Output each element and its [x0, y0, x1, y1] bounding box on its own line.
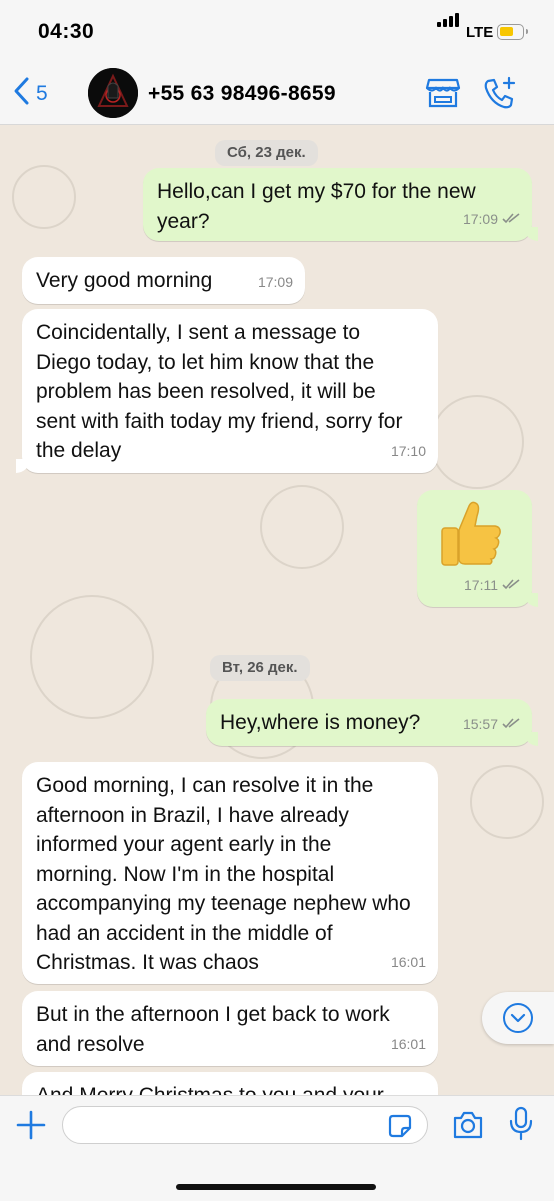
chevron-down-icon — [502, 1002, 534, 1039]
status-time: 04:30 — [38, 20, 95, 43]
message-text: And Merry Christmas to you and your — [36, 1084, 384, 1095]
plus-icon[interactable] — [16, 1110, 46, 1145]
incoming-message[interactable]: But in the afternoon I get back to work … — [22, 991, 438, 1066]
message-time: 15:57 — [462, 715, 498, 732]
battery-icon — [497, 24, 528, 40]
home-indicator — [176, 1184, 376, 1190]
camera-icon[interactable] — [452, 1110, 484, 1145]
thumbs-up-icon — [439, 500, 503, 575]
incoming-message[interactable]: Coincidentally, I sent a message to Dieg… — [16, 309, 438, 473]
message-time: 16:01 — [390, 1035, 426, 1052]
microphone-icon[interactable] — [508, 1106, 534, 1147]
contact-name[interactable]: +55 63 98496-8659 — [148, 82, 336, 106]
add-call-icon[interactable] — [481, 76, 517, 117]
chat-area[interactable]: Сб, 23 дек. Hello,can I get my $70 for t… — [0, 125, 554, 1095]
back-button[interactable]: 5 — [12, 76, 48, 111]
message-text: Coincidentally, I sent a message to Dieg… — [36, 321, 403, 462]
status-bar: 04:30 LTE — [0, 0, 554, 62]
message-text: Very good morning — [36, 269, 213, 292]
network-type: LTE — [466, 24, 494, 41]
date-separator: Сб, 23 дек. — [215, 140, 318, 166]
back-chevron-icon — [12, 76, 30, 111]
scroll-to-bottom-button[interactable] — [482, 992, 554, 1044]
incoming-message[interactable]: And Merry Christmas to you and your — [22, 1072, 438, 1095]
store-icon[interactable] — [425, 76, 461, 115]
message-input[interactable] — [62, 1106, 428, 1144]
incoming-message[interactable]: Good morning, I can resolve it in the af… — [22, 762, 438, 984]
outgoing-message[interactable]: Hello,can I get my $70 for the new year?… — [143, 168, 538, 241]
outgoing-message[interactable]: Hey,where is money? 15:57 — [206, 699, 538, 746]
unread-count: 5 — [36, 81, 48, 105]
input-bar — [0, 1095, 554, 1201]
message-time: 17:11 — [464, 576, 498, 593]
message-text: Good morning, I can resolve it in the af… — [36, 774, 411, 974]
message-time: 17:09 — [257, 273, 293, 290]
incoming-message[interactable]: Very good morning 17:09 — [22, 257, 305, 304]
outgoing-message-emoji[interactable]: 17:11 — [417, 490, 538, 607]
message-time: 16:01 — [390, 953, 426, 970]
avatar[interactable] — [88, 68, 138, 118]
message-text: Hey,where is money? — [220, 711, 421, 734]
date-separator: Вт, 26 дек. — [210, 655, 310, 681]
double-check-icon — [502, 205, 520, 235]
message-time: 17:10 — [390, 442, 426, 459]
message-text: But in the afternoon I get back to work … — [36, 1003, 390, 1056]
sticker-icon[interactable] — [388, 1114, 412, 1143]
chat-header: 5 +55 63 98496-8659 — [0, 62, 554, 125]
message-time: 17:09 — [462, 210, 498, 227]
double-check-icon — [502, 710, 520, 740]
message-text: Hello,can I get my $70 for the new year? — [157, 180, 476, 233]
double-check-icon — [502, 571, 520, 601]
